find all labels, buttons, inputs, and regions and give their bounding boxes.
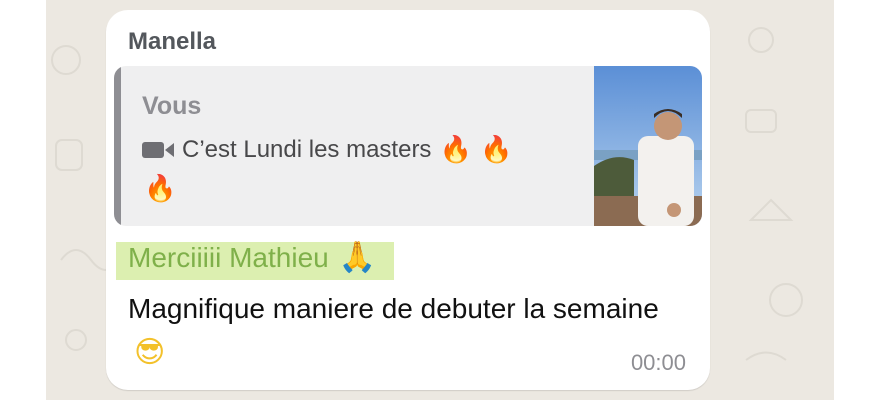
reply-quote[interactable]: Vous C’est Lundi les masters 🔥 🔥 🔥 (114, 66, 702, 226)
message-line-1-text: Merciiiii Mathieu (128, 242, 329, 273)
fire-emoji-wrap: 🔥 (144, 174, 177, 204)
sunglasses-emoji: 😎 (134, 335, 166, 370)
folded-hands-emoji: 🙏 (338, 240, 377, 275)
message-body-text: Magnifique maniere de debuter la semaine (128, 293, 659, 324)
message-body[interactable]: Magnifique maniere de debuter la semaine… (128, 288, 688, 372)
message-timestamp: 00:00 (630, 350, 686, 375)
quote-text: C’est Lundi les masters (182, 136, 432, 163)
video-camera-icon (142, 142, 174, 158)
message-bubble[interactable]: Manella Vous C’est Lundi les masters 🔥 🔥… (106, 10, 710, 390)
video-thumbnail[interactable] (594, 66, 702, 226)
fire-emoji: 🔥 🔥 (439, 135, 513, 165)
message-line-1[interactable]: Merciiiii Mathieu 🙏 (128, 242, 376, 274)
sender-name[interactable]: Manella (128, 28, 216, 56)
quote-text-row: C’est Lundi les masters 🔥 🔥 (142, 136, 512, 164)
quote-author: Vous (142, 92, 202, 120)
quote-text-row-2: 🔥 (144, 176, 176, 202)
quote-bar (114, 66, 121, 226)
